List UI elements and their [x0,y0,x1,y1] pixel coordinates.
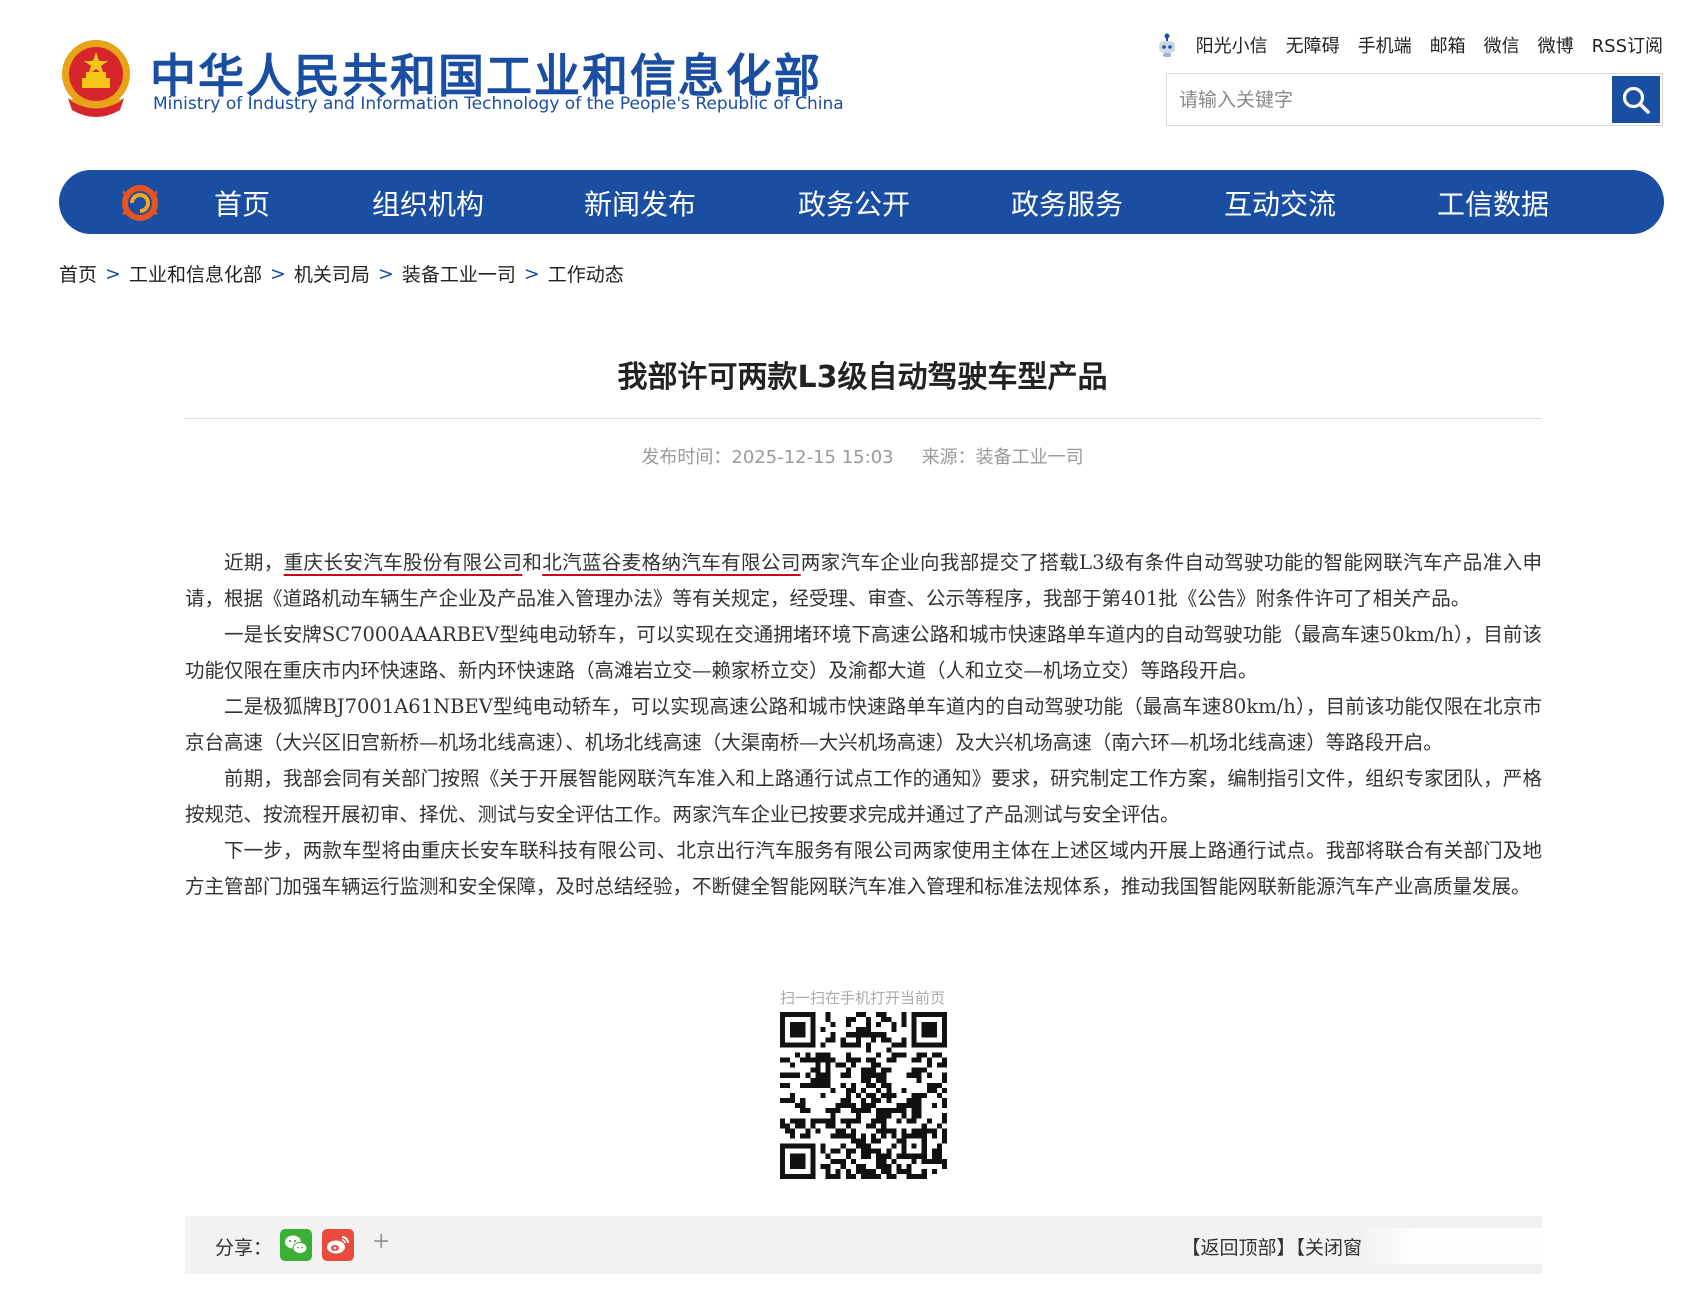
toplink-accessibility[interactable]: 无障碍 [1286,32,1340,58]
site-title-en[interactable]: Ministry of Industry and Information Tec… [153,94,844,114]
paragraph: 一是长安牌SC7000AAARBEV型纯电动轿车，可以实现在交通拥堵环境下高速公… [185,623,1542,682]
search-icon [1622,86,1650,114]
wechat-icon [285,1235,308,1254]
robot-assistant-icon[interactable] [1156,32,1178,58]
watermark-overlay [1360,1228,1690,1264]
toplink-sunshine[interactable]: 阳光小信 [1196,32,1268,58]
nav-home[interactable]: 首页 [214,183,270,223]
article-body: 近期，重庆长安汽车股份有限公司和北汽蓝谷麦格纳汽车有限公司两家汽车企业向我部提交… [185,545,1542,905]
breadcrumb-home[interactable]: 首页 [59,260,97,287]
nav-interaction[interactable]: 互动交流 [1224,183,1336,223]
search-box [1166,73,1663,126]
breadcrumb-separator: > [105,262,121,285]
nav-news[interactable]: 新闻发布 [584,183,696,223]
breadcrumb-ministry[interactable]: 工业和信息化部 [129,260,262,287]
qr-code-icon [780,1012,947,1179]
toplink-rss[interactable]: RSS订阅 [1592,32,1663,58]
search-button[interactable] [1612,76,1660,123]
weibo-icon [327,1236,349,1254]
breadcrumb-work-news[interactable]: 工作动态 [548,260,624,287]
breadcrumb: 首页 > 工业和信息化部 > 机关司局 > 装备工业一司 > 工作动态 [59,260,624,287]
breadcrumb-separator: > [377,262,394,285]
site-header: 中华人民共和国工业和信息化部 Ministry of Industry and … [0,0,1693,160]
main-nav: 首页 组织机构 新闻发布 政务公开 政务服务 互动交流 工信数据 [59,170,1664,234]
bar-links: 【返回顶部】【关闭窗 [1181,1233,1362,1260]
company-baic-bluepark: 北汽蓝谷麦格纳汽车有限公司 [542,551,801,574]
national-emblem-icon[interactable] [58,38,134,120]
paragraph: 前期，我部会同有关部门按照《关于开展智能网联汽车准入和上路通行试点工作的通知》要… [185,767,1542,826]
nav-gov-services[interactable]: 政务服务 [1011,183,1123,223]
title-divider [185,418,1542,419]
publish-label: 发布时间： [641,447,732,468]
paragraph: 下一步，两款车型将由重庆长安车联科技有限公司、北京出行汽车服务有限公司两家使用主… [185,839,1542,898]
source-label: 来源： [921,447,976,468]
share-weibo-button[interactable] [322,1229,354,1261]
breadcrumb-separator: > [523,262,540,285]
share-wechat-button[interactable] [280,1229,312,1261]
article-title: 我部许可两款L3级自动驾驶车型产品 [617,360,1108,395]
top-links: 阳光小信 无障碍 手机端 邮箱 微信 微博 RSS订阅 [1156,32,1663,58]
share-more-button[interactable]: + [372,1229,390,1254]
nav-data[interactable]: 工信数据 [1437,183,1549,223]
share-label: 分享： [215,1237,273,1259]
breadcrumb-separator: > [269,262,286,285]
toplink-email[interactable]: 邮箱 [1430,32,1466,58]
qr-caption: 扫一扫在手机打开当前页 [779,989,945,1007]
share-bar: 分享： + 【返回顶部】【关闭窗 [185,1216,1542,1274]
nav-organization[interactable]: 组织机构 [372,183,484,223]
nav-gov-affairs[interactable]: 政务公开 [798,183,910,223]
publish-time: 2025-12-15 15:03 [731,447,894,468]
search-input[interactable] [1167,74,1612,125]
toplink-weibo[interactable]: 微博 [1538,32,1574,58]
toplink-mobile[interactable]: 手机端 [1358,32,1412,58]
breadcrumb-equipment-dept[interactable]: 装备工业一司 [402,260,516,287]
company-changan: 重庆长安汽车股份有限公司 [283,551,523,574]
paragraph: 二是极狐牌BJ7001A61NBEV型纯电动轿车，可以实现高速公路和城市快速路单… [185,695,1542,754]
paragraph: 近期，重庆长安汽车股份有限公司和北汽蓝谷麦格纳汽车有限公司两家汽车企业向我部提交… [185,551,1542,610]
breadcrumb-departments[interactable]: 机关司局 [294,260,370,287]
back-to-top-link[interactable]: 【返回顶部】 [1181,1237,1295,1259]
miit-logo-icon[interactable] [119,182,161,224]
toplink-wechat[interactable]: 微信 [1484,32,1520,58]
article-meta: 发布时间：2025-12-15 15:03 来源：装备工业一司 [0,443,1693,469]
close-window-link[interactable]: 【关闭窗 [1295,1237,1362,1259]
source-value: 装备工业一司 [975,447,1084,468]
